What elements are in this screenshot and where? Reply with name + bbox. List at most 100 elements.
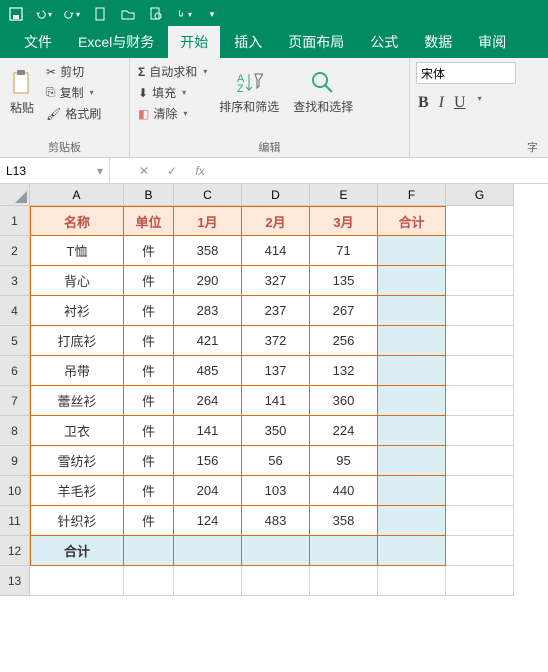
enter-formula-icon[interactable]: ✓ (158, 164, 186, 178)
tab-3[interactable]: 插入 (222, 26, 274, 58)
m1-cell[interactable]: 290 (174, 266, 242, 296)
row-header-7[interactable]: 7 (0, 386, 30, 416)
name-cell[interactable]: 衬衫 (30, 296, 124, 326)
total-cell[interactable] (378, 476, 446, 506)
unit-cell[interactable]: 件 (124, 236, 174, 266)
format-painter-button[interactable]: 🖌格式刷 (44, 104, 103, 123)
customize-qat-icon[interactable]: ▾ (204, 6, 220, 22)
m1-cell[interactable]: 156 (174, 446, 242, 476)
m1-cell[interactable]: 358 (174, 236, 242, 266)
clear-button[interactable]: ◧清除▾ (136, 104, 209, 123)
row-header-12[interactable]: 12 (0, 536, 30, 566)
col-header-F[interactable]: F (378, 184, 446, 206)
cell[interactable] (446, 386, 514, 416)
cell[interactable] (446, 566, 514, 596)
row-header-9[interactable]: 9 (0, 446, 30, 476)
m2-cell[interactable]: 237 (242, 296, 310, 326)
m1-cell[interactable]: 264 (174, 386, 242, 416)
name-cell[interactable]: 羊毛衫 (30, 476, 124, 506)
select-all-corner[interactable] (0, 184, 30, 206)
tab-2[interactable]: 开始 (168, 26, 220, 58)
m1-cell[interactable]: 141 (174, 416, 242, 446)
unit-cell[interactable]: 件 (124, 476, 174, 506)
row-header-10[interactable]: 10 (0, 476, 30, 506)
m3-cell[interactable]: 440 (310, 476, 378, 506)
cell[interactable] (242, 536, 310, 566)
open-file-icon[interactable] (120, 6, 136, 22)
m2-cell[interactable]: 414 (242, 236, 310, 266)
row-header-13[interactable]: 13 (0, 566, 30, 596)
cut-button[interactable]: ✂剪切 (44, 62, 103, 81)
header-cell[interactable]: 合计 (378, 206, 446, 236)
paste-button[interactable]: 粘贴 (6, 67, 38, 118)
tab-7[interactable]: 审阅 (466, 26, 518, 58)
row-header-8[interactable]: 8 (0, 416, 30, 446)
header-cell[interactable]: 单位 (124, 206, 174, 236)
total-row-label[interactable]: 合计 (30, 536, 124, 566)
italic-button[interactable]: I (439, 94, 444, 112)
col-header-E[interactable]: E (310, 184, 378, 206)
col-header-C[interactable]: C (174, 184, 242, 206)
underline-button[interactable]: U (454, 94, 466, 112)
m2-cell[interactable]: 56 (242, 446, 310, 476)
save-icon[interactable] (8, 6, 24, 22)
m3-cell[interactable]: 224 (310, 416, 378, 446)
row-header-3[interactable]: 3 (0, 266, 30, 296)
tab-4[interactable]: 页面布局 (276, 26, 356, 58)
unit-cell[interactable]: 件 (124, 326, 174, 356)
cell[interactable] (446, 506, 514, 536)
name-box[interactable]: L13▾ (0, 158, 110, 183)
header-cell[interactable]: 1月 (174, 206, 242, 236)
m2-cell[interactable]: 350 (242, 416, 310, 446)
cancel-formula-icon[interactable]: ✕ (130, 164, 158, 178)
m3-cell[interactable]: 358 (310, 506, 378, 536)
col-header-G[interactable]: G (446, 184, 514, 206)
tab-5[interactable]: 公式 (358, 26, 410, 58)
total-cell[interactable] (378, 296, 446, 326)
cell[interactable] (446, 266, 514, 296)
tab-1[interactable]: Excel与财务 (66, 26, 166, 58)
autosum-button[interactable]: Σ自动求和▾ (136, 62, 209, 81)
total-cell[interactable] (378, 326, 446, 356)
unit-cell[interactable]: 件 (124, 416, 174, 446)
fill-button[interactable]: ⬇填充▾ (136, 83, 209, 102)
bold-button[interactable]: B (418, 94, 429, 112)
m3-cell[interactable]: 95 (310, 446, 378, 476)
cell[interactable] (174, 566, 242, 596)
unit-cell[interactable]: 件 (124, 356, 174, 386)
m3-cell[interactable]: 360 (310, 386, 378, 416)
name-cell[interactable]: 针织衫 (30, 506, 124, 536)
cell[interactable] (242, 566, 310, 596)
col-header-A[interactable]: A (30, 184, 124, 206)
tab-0[interactable]: 文件 (12, 26, 64, 58)
header-cell[interactable]: 2月 (242, 206, 310, 236)
cell[interactable] (124, 566, 174, 596)
unit-cell[interactable]: 件 (124, 446, 174, 476)
m2-cell[interactable]: 372 (242, 326, 310, 356)
cell[interactable] (446, 446, 514, 476)
m1-cell[interactable]: 124 (174, 506, 242, 536)
m2-cell[interactable]: 141 (242, 386, 310, 416)
name-cell[interactable]: 吊带 (30, 356, 124, 386)
header-cell[interactable]: 名称 (30, 206, 124, 236)
m3-cell[interactable]: 135 (310, 266, 378, 296)
m2-cell[interactable]: 103 (242, 476, 310, 506)
cell[interactable] (378, 536, 446, 566)
sort-filter-button[interactable]: AZ 排序和筛选 (215, 68, 283, 117)
total-cell[interactable] (378, 236, 446, 266)
new-file-icon[interactable] (92, 6, 108, 22)
m1-cell[interactable]: 204 (174, 476, 242, 506)
cell[interactable] (446, 476, 514, 506)
cell[interactable] (446, 536, 514, 566)
m1-cell[interactable]: 283 (174, 296, 242, 326)
undo-icon[interactable]: ▾ (36, 6, 52, 22)
unit-cell[interactable]: 件 (124, 386, 174, 416)
fx-icon[interactable]: fx (186, 164, 214, 178)
formula-input[interactable] (214, 169, 548, 173)
col-header-B[interactable]: B (124, 184, 174, 206)
touch-mode-icon[interactable]: ▾ (176, 6, 192, 22)
find-select-button[interactable]: 查找和选择 (289, 68, 357, 117)
cell[interactable] (174, 536, 242, 566)
total-cell[interactable] (378, 356, 446, 386)
header-cell[interactable]: 3月 (310, 206, 378, 236)
